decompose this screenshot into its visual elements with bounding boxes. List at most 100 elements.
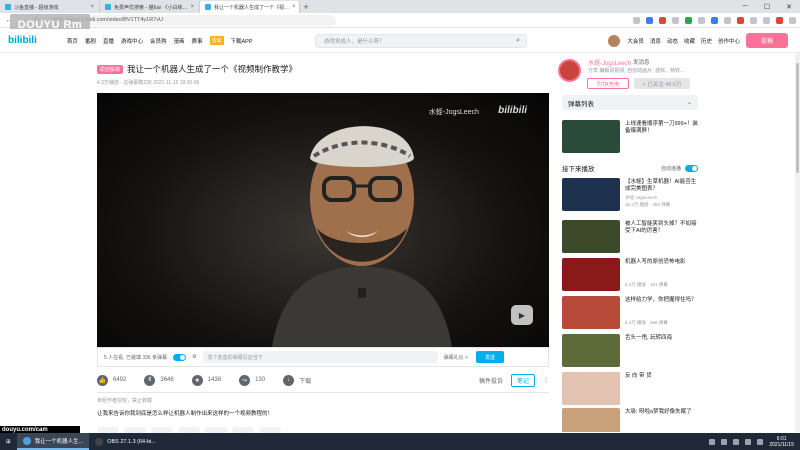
extension-icon[interactable]	[698, 16, 705, 24]
user-link-messages[interactable]: 消息	[650, 37, 661, 45]
nav-anime[interactable]: 番剧	[85, 37, 96, 45]
extension-icon[interactable]	[659, 16, 666, 24]
system-tray: 6:01 2021/11/15	[709, 436, 800, 448]
download-label: 下载	[299, 378, 312, 385]
page-scrollbar[interactable]	[795, 53, 800, 433]
download-app-link[interactable]: 下载APP	[231, 37, 253, 45]
new-tab-button[interactable]: +	[300, 1, 312, 13]
rec-card[interactable]: 这样给力学，你把握得住吗？ 6.4万 播放 · 460 弹幕	[562, 296, 698, 330]
danmu-list-label: 弹幕列表	[568, 100, 594, 108]
close-icon[interactable]: ×	[292, 4, 296, 10]
scrollbar-thumb[interactable]	[796, 63, 799, 173]
close-icon[interactable]: ✕	[778, 0, 800, 13]
report-link[interactable]: 稿件投诉	[479, 376, 503, 385]
nav-esports[interactable]: 赛事	[191, 37, 202, 45]
browser-tab-3[interactable]: 我让一个机器人生成了一个《视… ×	[200, 1, 300, 13]
profile-avatar-icon[interactable]	[776, 16, 783, 24]
note-button[interactable]: 笔记	[510, 373, 535, 387]
tab-favicon-icon	[105, 4, 111, 10]
menu-icon[interactable]	[789, 16, 796, 24]
play-icon[interactable]: ▶	[511, 305, 533, 325]
clock[interactable]: 6:01 2021/11/15	[769, 436, 794, 448]
windows-icon: ⊞	[6, 438, 11, 445]
rec-thumbnail	[562, 334, 620, 367]
nav-event-badge[interactable]: 活动	[209, 36, 224, 45]
danmu-toggle[interactable]	[173, 353, 187, 361]
danmu-settings-icon[interactable]: ⚙	[192, 354, 196, 360]
uploader-name[interactable]: 水蛭-JogsLeech	[588, 58, 631, 67]
network-icon[interactable]	[745, 438, 752, 445]
danmu-list-header[interactable]: 弹幕列表 ⌄	[562, 95, 698, 110]
browser-tab-1[interactable]: 斗鱼直播 - 超级游戏 ×	[0, 1, 100, 13]
nav-games[interactable]: 游戏中心	[121, 37, 143, 45]
extension-icon[interactable]	[750, 16, 757, 24]
search-icon[interactable]: ⌕	[516, 37, 520, 45]
rec-card[interactable]: 反 向 带 货	[562, 372, 698, 406]
rec-stat: 5.4万 播放 · 181 弹幕	[625, 282, 668, 287]
uploader-avatar[interactable]	[558, 59, 581, 82]
minimize-icon[interactable]: ─	[734, 0, 756, 13]
search-input[interactable]: 游戏党成人，是什么呀？ ⌕	[315, 34, 527, 48]
start-button[interactable]: ⊞	[0, 433, 17, 450]
share-count: 130	[255, 377, 266, 383]
user-link-vip[interactable]: 大会员	[627, 37, 644, 45]
rec-card[interactable]: 机器人写的原创恐怖电影 5.4万 播放 · 181 弹幕	[562, 258, 698, 292]
autoplay-toggle[interactable]	[685, 164, 698, 172]
rec-card[interactable]: 被人工智能笑到头掉？不如接受下AI的厉害！	[562, 220, 698, 254]
nav-manga[interactable]: 漫画	[173, 37, 184, 45]
maximize-icon[interactable]: ☐	[756, 0, 778, 13]
rec-card[interactable]: 【水蛭】生草机器！AI能否生成完美图表？ 水蛭-JogsLeech 16.3万 …	[562, 178, 698, 212]
window-controls: ─ ☐ ✕	[734, 0, 800, 13]
volume-icon[interactable]	[757, 438, 764, 445]
extension-icon[interactable]	[763, 16, 770, 24]
tray-icon[interactable]	[709, 438, 716, 445]
taskbar-item-browser[interactable]: 我让一个机器人生...	[16, 433, 90, 450]
close-icon[interactable]: ×	[191, 4, 195, 10]
extension-icon[interactable]	[646, 16, 653, 24]
charge-button[interactable]: 为TA充电	[587, 78, 629, 89]
user-link-creator[interactable]: 创作中心	[718, 37, 740, 45]
close-icon[interactable]: ×	[90, 4, 94, 10]
like-button[interactable]: 👍 6492	[97, 374, 127, 386]
tray-icon[interactable]	[733, 438, 740, 445]
extension-icon[interactable]	[633, 16, 640, 24]
follow-button[interactable]: + 已关注 46.6万	[634, 78, 690, 89]
danmu-bar: 5 人在看, 已装填 336 条弹幕 ⚙ 发个友善的弹幕见证当下 弹幕礼仪 > …	[97, 347, 549, 367]
favorite-button[interactable]: ★ 1438	[191, 374, 221, 386]
nav-live[interactable]: 直播	[103, 37, 114, 45]
danmu-etiquette-link[interactable]: 弹幕礼仪 >	[444, 354, 468, 361]
site-logo[interactable]: bilibili	[8, 35, 37, 46]
extension-icon[interactable]	[672, 16, 679, 24]
taskbar-item-obs[interactable]: OBS 27.1.3 (64-bi...	[89, 433, 162, 450]
chevron-down-icon: ⌄	[686, 100, 692, 106]
extension-icon[interactable]	[711, 16, 718, 24]
rec-card[interactable]: 大吸: 呀啦a梦我好像失眠了	[562, 408, 698, 432]
rec-card[interactable]: 舌头一甩, 玩转四海	[562, 334, 698, 368]
danmu-input[interactable]: 发个友善的弹幕见证当下	[202, 351, 438, 363]
user-link-history[interactable]: 历史	[701, 37, 712, 45]
nav-home[interactable]: 首页	[67, 37, 78, 45]
avatar[interactable]	[607, 33, 622, 48]
send-message-link[interactable]: 发消息	[633, 58, 650, 66]
share-icon: ↪	[239, 374, 251, 386]
upload-button[interactable]: 投稿	[746, 33, 788, 48]
extension-icon[interactable]	[737, 16, 744, 24]
rec-thumbnail	[562, 408, 620, 432]
share-button[interactable]: ↪ 130	[239, 374, 266, 386]
more-icon[interactable]: ⋮	[543, 377, 549, 384]
divider	[97, 392, 549, 393]
download-button[interactable]: ↓ 下载	[283, 374, 312, 386]
extension-icon[interactable]	[685, 16, 692, 24]
like-count: 6492	[113, 377, 127, 383]
extension-icon[interactable]	[724, 16, 731, 24]
rec-card[interactable]: 上线速看顺序第一刀999+！装备爆满屏！	[562, 120, 698, 154]
user-link-dynamic[interactable]: 动态	[667, 37, 678, 45]
user-link-favorites[interactable]: 收藏	[684, 37, 695, 45]
coin-button[interactable]: ¢ 3646	[144, 374, 174, 386]
danmu-send-button[interactable]: 发送	[475, 351, 504, 363]
address-bar: ← → ↻ https://www.bilibili.com/video/BV1…	[0, 13, 800, 28]
tray-icon[interactable]	[721, 438, 728, 445]
video-player[interactable]: bilibili 水蛭-JogsLeech ▶	[97, 93, 549, 347]
nav-shop[interactable]: 会员购	[150, 37, 167, 45]
browser-tab-2[interactable]: 免费声优搜索 - 猫Ear 《小白练… ×	[100, 1, 200, 13]
